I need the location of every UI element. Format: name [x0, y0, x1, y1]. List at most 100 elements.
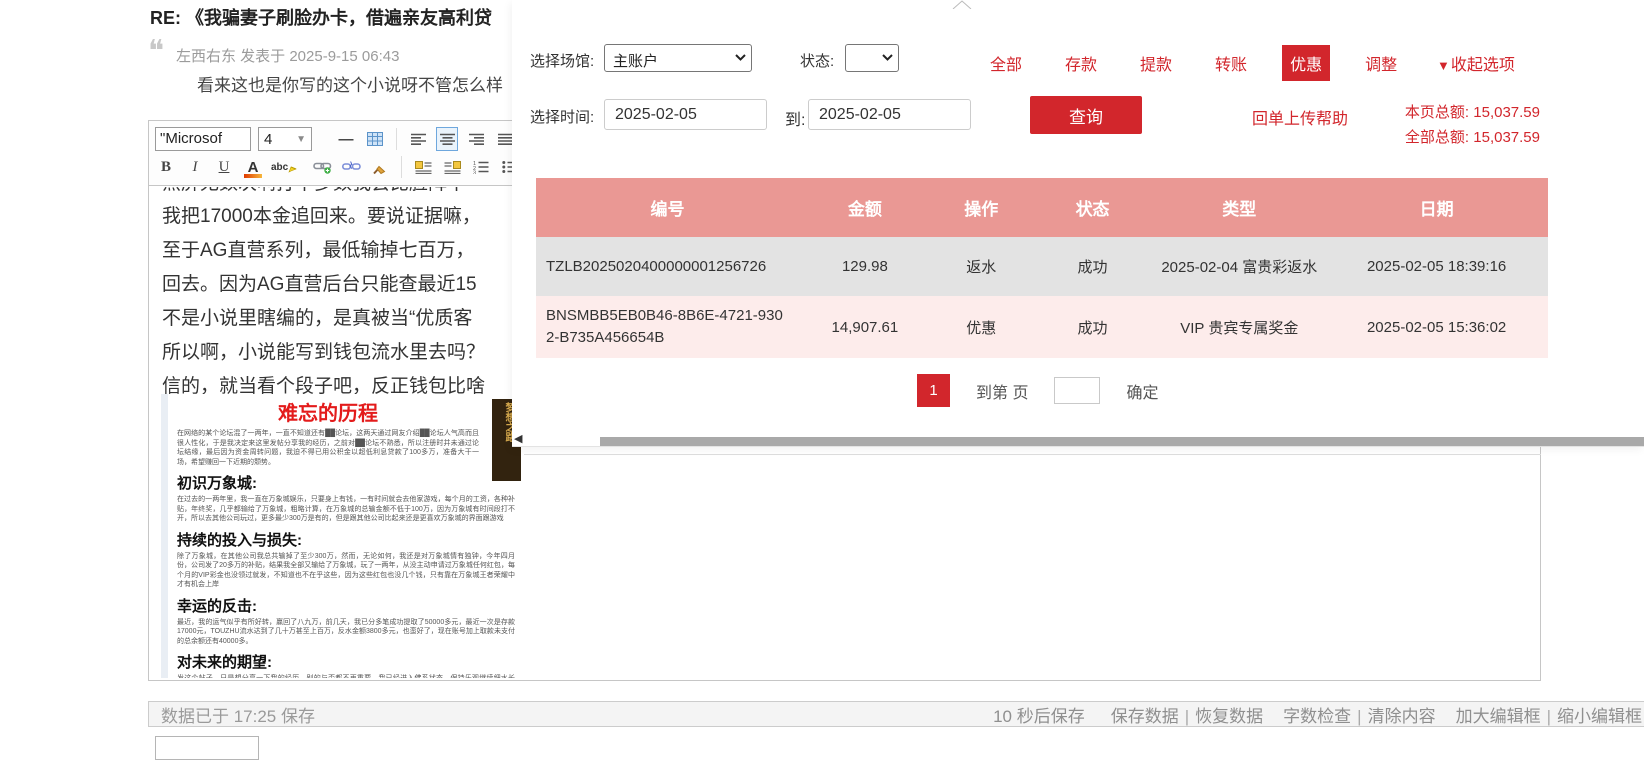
font-family-select[interactable]: "Microsof	[155, 127, 251, 151]
transactions-table: 编号 金额 操作 状态 类型 日期 TZLB2025020400000001256726 1…	[536, 178, 1548, 358]
embedded-article-image[interactable]: 难忘的历程 梦想之路 在网络的某个论坛混了一两年，一直不知道还有██论坛，这两天…	[161, 394, 521, 678]
unlink-button[interactable]	[340, 155, 362, 179]
separator: |	[1357, 706, 1362, 726]
page-total: 本页总额: 15,037.59	[1404, 104, 1540, 121]
venue-select[interactable]: 主账户	[604, 44, 752, 72]
confirm-button[interactable]: 确定	[1126, 379, 1158, 403]
action-字数检查[interactable]: 字数检查	[1283, 707, 1351, 726]
cell: 成功	[1077, 319, 1108, 337]
broom-icon	[373, 165, 386, 174]
cell: TZLB2025020400000001256726	[546, 257, 767, 275]
tab-提款[interactable]: 提款	[1140, 51, 1172, 75]
article-section-body-3: 最近，我的运气似乎有所好转，赢回了八九万，前几天，我已分多笔成功提取了50000…	[177, 618, 515, 645]
article-intro: 在网络的某个论坛混了一两年，一直不知道还有██论坛，这两天通过网友介绍██论坛人…	[177, 430, 479, 466]
chevron-down-icon	[735, 54, 746, 61]
transactions-panel: 选择场馆: 主账户 状态: 全部存款提款转账优惠调整 ▼收起选项 选择时间: 到…	[512, 0, 1644, 447]
tab-全部[interactable]: 全部	[990, 51, 1022, 75]
date-from-input[interactable]	[604, 99, 767, 130]
align-center-button[interactable]	[436, 127, 458, 151]
collapse-left-arrow-icon[interactable]: ◀	[514, 432, 522, 445]
chevron-down-icon	[882, 54, 893, 61]
totals: 本页总额: 15,037.59 全部总额: 15,037.59	[1405, 100, 1540, 150]
table-body: TZLB2025020400000001256726 129.98 返水 成功 2025…	[536, 237, 1548, 358]
status-label: 状态:	[800, 53, 835, 70]
ordered-list-icon: 123	[473, 161, 489, 175]
insert-link-button[interactable]	[311, 155, 333, 179]
autosave-countdown: 10 秒后保存	[993, 706, 1085, 726]
goto-page-input[interactable]	[1054, 377, 1101, 404]
table-row: TZLB2025020400000001256726 129.98 返水 成功 2025…	[536, 237, 1548, 296]
align-right-button[interactable]	[465, 127, 487, 151]
article-title: 难忘的历程	[278, 403, 378, 425]
action-恢复数据[interactable]: 恢复数据	[1195, 707, 1263, 726]
quote-text: 看来这也是你写的这个小说呀不管怎么样	[197, 76, 503, 95]
column-header-2: 金额	[847, 200, 882, 219]
separator: |	[1546, 706, 1551, 726]
image-align-right-button[interactable]	[441, 155, 463, 179]
font-color-button[interactable]: A	[242, 155, 264, 179]
tab-优惠[interactable]: 优惠	[1282, 45, 1331, 81]
cell: 129.98	[841, 258, 888, 275]
action-清除内容[interactable]: 清除内容	[1368, 707, 1436, 726]
align-right-icon	[468, 133, 484, 145]
cell: 2025-02-05 18:39:16	[1366, 258, 1507, 275]
underline-button[interactable]: U	[213, 155, 235, 179]
horizontal-rule-button[interactable]: —	[335, 127, 357, 151]
page-title: RE: 《我骗妻子刷脸办卡，借遍亲友高利贷	[150, 8, 492, 28]
statusbar-actions: 10 秒后保存 保存数据 | 恢复数据 字数检查 | 清除内容 加大编辑框 | 缩小编辑框	[993, 702, 1642, 727]
time-label: 选择时间:	[530, 109, 595, 126]
spellcheck-button[interactable]: abc	[271, 155, 298, 179]
date-to-input[interactable]	[808, 99, 971, 130]
search-button[interactable]: 查询	[1030, 96, 1142, 134]
article-section-heading-2: 持续的投入与损失:	[177, 531, 302, 549]
table-header-row: 编号 金额 操作 状态 类型 日期	[536, 178, 1548, 237]
separator: |	[1184, 706, 1190, 726]
align-left-button[interactable]	[407, 127, 429, 151]
tab-存款[interactable]: 存款	[1065, 51, 1097, 75]
image-align-left-button[interactable]	[412, 155, 434, 179]
cell: 成功	[1077, 259, 1108, 276]
table-row: BNSMBB5EB0B46-8B6E-4721-9302-B735A456654…	[536, 296, 1548, 358]
action-保存数据[interactable]: 保存数据	[1111, 707, 1179, 726]
statusbar-group: 字数检查 | 清除内容	[1283, 707, 1435, 726]
clipped-bottom-button[interactable]	[155, 736, 259, 760]
action-缩小编辑框[interactable]: 缩小编辑框	[1557, 707, 1642, 726]
italic-button[interactable]: I	[184, 155, 206, 179]
article-section-heading-1: 初识万象城:	[177, 475, 257, 492]
insert-table-button[interactable]	[364, 127, 386, 151]
to-label: 到:	[785, 112, 806, 129]
all-total: 全部总额: 15,037.59	[1404, 129, 1540, 146]
cell: 2025-02-04 富贵彩返水	[1161, 259, 1318, 276]
tab-调整[interactable]: 调整	[1365, 51, 1397, 75]
article-section-body-4: 发这个帖子，只是想分享一下我的经历，别的与否都不再重要，我已经进入佛系状态，保持…	[177, 674, 515, 678]
remove-format-button[interactable]	[369, 155, 391, 179]
align-justify-icon	[497, 133, 513, 145]
link-icon	[312, 162, 332, 174]
ordered-list-button[interactable]: 123	[470, 155, 492, 179]
collapse-label: 收起选项	[1450, 57, 1515, 74]
align-center-icon	[439, 133, 455, 145]
article-section-body-2: 除了万象城，在其他公司我总共输掉了至少300万，然而，无论如何，我还是对万象城情…	[177, 552, 515, 589]
status-select[interactable]	[845, 44, 899, 72]
horizontal-scrollbar[interactable]	[600, 437, 1644, 446]
column-header-3: 操作	[964, 200, 999, 219]
receipt-upload-help-link[interactable]: 回单上传帮助	[1252, 105, 1348, 129]
toolbar-separator	[401, 156, 403, 178]
column-header-5: 类型	[1222, 200, 1257, 219]
image-right-icon	[444, 160, 461, 174]
collapse-options-link[interactable]: ▼收起选项	[1437, 51, 1515, 75]
statusbar-group: 保存数据 | 恢复数据	[1111, 707, 1263, 726]
column-header-1: 编号	[650, 200, 685, 219]
column-header-4: 状态	[1075, 200, 1110, 219]
quote-icon: ❝	[148, 34, 165, 69]
tab-转账[interactable]: 转账	[1215, 51, 1247, 75]
font-size-select[interactable]: 4 ▼	[258, 127, 312, 151]
quote-meta: 左西右东 发表于 2025-9-15 06:43	[176, 48, 400, 65]
page-1-button[interactable]: 1	[917, 374, 950, 407]
bold-button[interactable]: B	[155, 155, 177, 179]
divider-line	[524, 454, 1541, 455]
svg-text:3: 3	[473, 171, 476, 175]
action-加大编辑框[interactable]: 加大编辑框	[1456, 707, 1541, 726]
table-icon	[367, 132, 383, 146]
triangle-down-icon: ▼	[1437, 58, 1450, 73]
